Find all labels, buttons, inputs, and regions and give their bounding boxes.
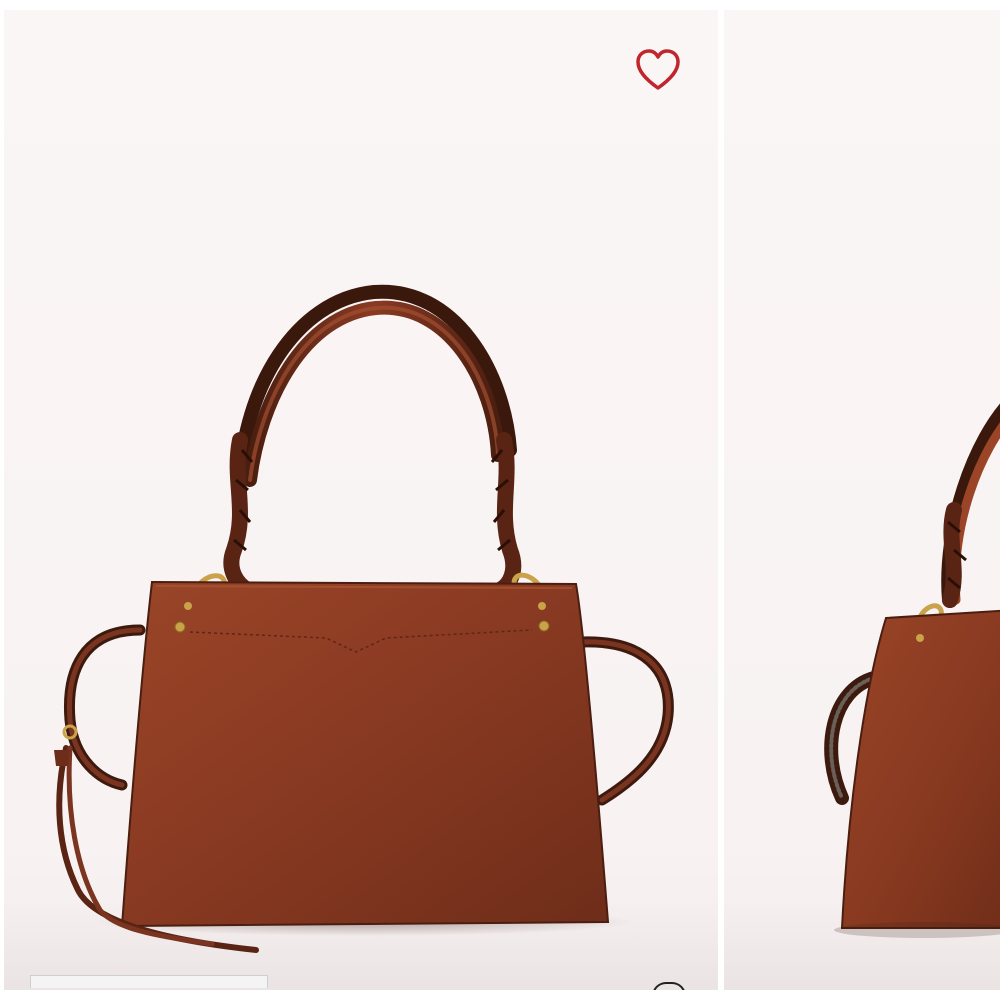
product-image-next[interactable]	[724, 10, 1000, 990]
product-image-main[interactable]	[4, 10, 718, 990]
right-stud	[538, 620, 550, 632]
handbag-side-image	[824, 403, 1000, 938]
heart-outline-icon	[636, 49, 680, 90]
bag-body	[120, 580, 610, 928]
left-stud	[174, 621, 186, 633]
carousel-scrollbar[interactable]	[30, 975, 268, 988]
handbag-image	[54, 284, 674, 953]
favorite-button[interactable]	[632, 44, 684, 96]
left-side-handle	[63, 624, 146, 791]
side-bag-body	[840, 609, 1000, 929]
product-gallery	[0, 0, 1000, 1000]
right-braid	[490, 432, 522, 598]
